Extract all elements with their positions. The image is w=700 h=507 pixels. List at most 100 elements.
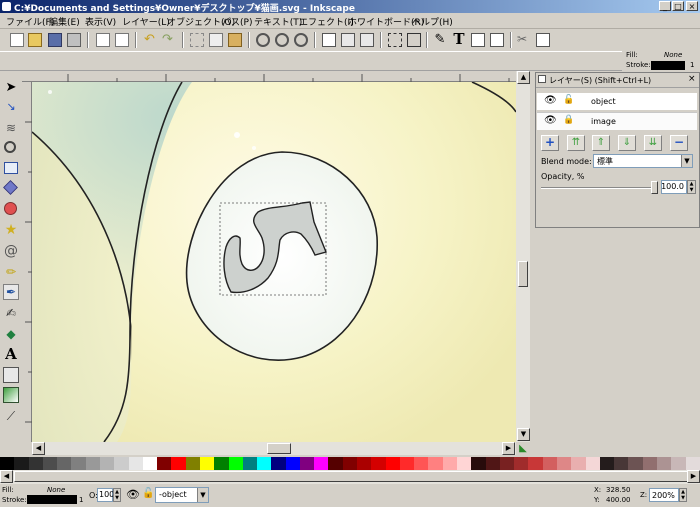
palette-swatch[interactable]	[171, 457, 186, 470]
palette-swatch[interactable]	[528, 457, 543, 470]
zoom-input[interactable]: 200%	[649, 488, 679, 502]
opacity-slider-handle[interactable]	[651, 181, 658, 194]
lock-open-icon[interactable]: 🔓	[563, 95, 574, 105]
palette-swatch[interactable]	[442, 457, 457, 470]
dialog-close-icon[interactable]: ×	[688, 74, 696, 84]
status-opacity-input[interactable]: 100	[97, 488, 114, 502]
palette-swatch[interactable]	[99, 457, 115, 470]
palette-swatch[interactable]	[656, 457, 672, 470]
menu-path[interactable]: パス(P)	[222, 15, 252, 28]
palette-swatch[interactable]	[571, 457, 586, 470]
menu-layer[interactable]: レイヤー(L)	[122, 15, 170, 28]
clone-icon[interactable]	[341, 33, 355, 47]
palette-swatch[interactable]	[285, 457, 300, 470]
remove-layer-button[interactable]: −	[670, 135, 688, 151]
palette-swatch[interactable]	[499, 457, 515, 470]
palette-scrollbar[interactable]: ◀ ▶	[0, 470, 700, 484]
vertical-scroll-thumb[interactable]	[518, 261, 528, 287]
palette-swatch[interactable]	[142, 457, 158, 470]
palette-scroll-thumb[interactable]	[14, 471, 688, 482]
document-properties-icon[interactable]	[536, 33, 550, 47]
menu-edit[interactable]: 編集(E)	[49, 15, 80, 28]
opacity-input[interactable]: 100.0	[661, 180, 687, 194]
chevron-down-icon[interactable]: ▼	[197, 488, 208, 502]
palette-swatch[interactable]	[599, 457, 615, 470]
palette-swatch[interactable]	[414, 457, 429, 470]
palette-swatch[interactable]	[85, 457, 100, 470]
status-opacity-spinner[interactable]: ▲ ▼	[113, 488, 121, 502]
calligraphy-tool-icon[interactable]: ✍	[3, 305, 19, 321]
dropper-tool-icon[interactable]: ⟋	[3, 408, 19, 424]
new-document-icon[interactable]	[10, 33, 24, 47]
menu-help[interactable]: ヘルプ(H)	[412, 15, 453, 28]
palette-swatch[interactable]	[514, 457, 529, 470]
save-icon[interactable]	[48, 33, 62, 47]
blend-mode-select[interactable]: 標準 ▼	[593, 154, 693, 168]
palette-swatch[interactable]	[385, 457, 400, 470]
redo-icon[interactable]: ↷	[162, 33, 176, 47]
palette-swatch[interactable]	[242, 457, 258, 470]
print-icon[interactable]	[67, 33, 81, 47]
palette-swatch[interactable]	[542, 457, 557, 470]
palette-swatch[interactable]	[214, 457, 229, 470]
palette-swatch[interactable]	[671, 457, 686, 470]
opacity-slider-track[interactable]	[541, 187, 656, 189]
lower-layer-button[interactable]: ⇓	[618, 135, 636, 151]
palette-swatch[interactable]	[614, 457, 629, 470]
palette-swatch[interactable]	[485, 457, 500, 470]
opacity-spinner[interactable]: ▲ ▼	[687, 180, 696, 194]
status-stroke-swatch[interactable]	[27, 495, 77, 504]
zoom-fit-page-icon[interactable]	[294, 33, 308, 47]
zoom-fit-drawing-icon[interactable]	[275, 33, 289, 47]
open-folder-icon[interactable]	[28, 33, 42, 47]
gradient-tool-icon[interactable]	[3, 387, 19, 403]
eye-icon[interactable]: 👁	[544, 95, 557, 106]
chevron-down-icon[interactable]: ▼	[681, 155, 692, 167]
palette-swatch[interactable]	[585, 457, 600, 470]
palette-swatch[interactable]	[299, 457, 315, 470]
export-icon[interactable]	[115, 33, 129, 47]
menu-view[interactable]: 表示(V)	[85, 15, 116, 28]
paste-icon[interactable]	[228, 33, 242, 47]
layer-name[interactable]: image	[591, 117, 616, 126]
spiral-tool-icon[interactable]: @	[3, 243, 19, 259]
palette-swatch[interactable]	[628, 457, 643, 470]
menu-text[interactable]: テキスト(T)	[254, 15, 302, 28]
group-icon[interactable]	[388, 33, 402, 47]
text-font-dialog-icon[interactable]: T	[452, 32, 466, 47]
star-tool-icon[interactable]: ★	[3, 222, 19, 238]
palette-swatch[interactable]	[314, 457, 329, 470]
minimize-button[interactable]: _	[659, 1, 671, 11]
tweak-tool-icon[interactable]: ≋	[3, 120, 19, 136]
palette-swatch[interactable]	[399, 457, 415, 470]
preferences-icon[interactable]: ✂	[517, 33, 531, 47]
palette-swatch[interactable]	[185, 457, 200, 470]
menu-file[interactable]: ファイル(F)	[6, 15, 54, 28]
palette-swatch[interactable]	[14, 457, 29, 470]
palette-swatch[interactable]	[685, 457, 700, 470]
layer-row-image[interactable]: 👁 🔒 image	[537, 112, 697, 130]
scroll-right-arrow[interactable]: ▶	[502, 442, 515, 455]
scroll-down-arrow[interactable]: ▼	[517, 428, 530, 441]
palette-swatch[interactable]	[157, 457, 172, 470]
lower-to-bottom-button[interactable]: ⇊	[644, 135, 662, 151]
text-tool-icon[interactable]: A	[3, 346, 19, 362]
palette-swatch[interactable]	[357, 457, 372, 470]
spray-tool-icon[interactable]	[3, 367, 19, 383]
layer-row-object[interactable]: 👁 🔓 object	[537, 93, 697, 110]
palette-swatch[interactable]	[471, 457, 486, 470]
status-lock-icon[interactable]: 🔓	[142, 488, 154, 499]
xml-editor-icon[interactable]	[471, 33, 485, 47]
palette-swatch[interactable]	[257, 457, 272, 470]
zoom-spinner[interactable]: ▲ ▼	[679, 488, 687, 502]
palette-swatch[interactable]	[0, 457, 15, 470]
raise-to-top-button[interactable]: ⇈	[567, 135, 585, 151]
palette-swatch[interactable]	[42, 457, 58, 470]
duplicate-icon[interactable]	[209, 33, 223, 47]
3d-box-tool-icon[interactable]	[3, 180, 18, 195]
palette-swatch[interactable]	[457, 457, 472, 470]
horizontal-scroll-thumb[interactable]	[267, 443, 291, 454]
palette-swatch[interactable]	[428, 457, 443, 470]
undo-icon[interactable]: ↶	[144, 33, 158, 47]
ungroup-icon[interactable]	[407, 33, 421, 47]
